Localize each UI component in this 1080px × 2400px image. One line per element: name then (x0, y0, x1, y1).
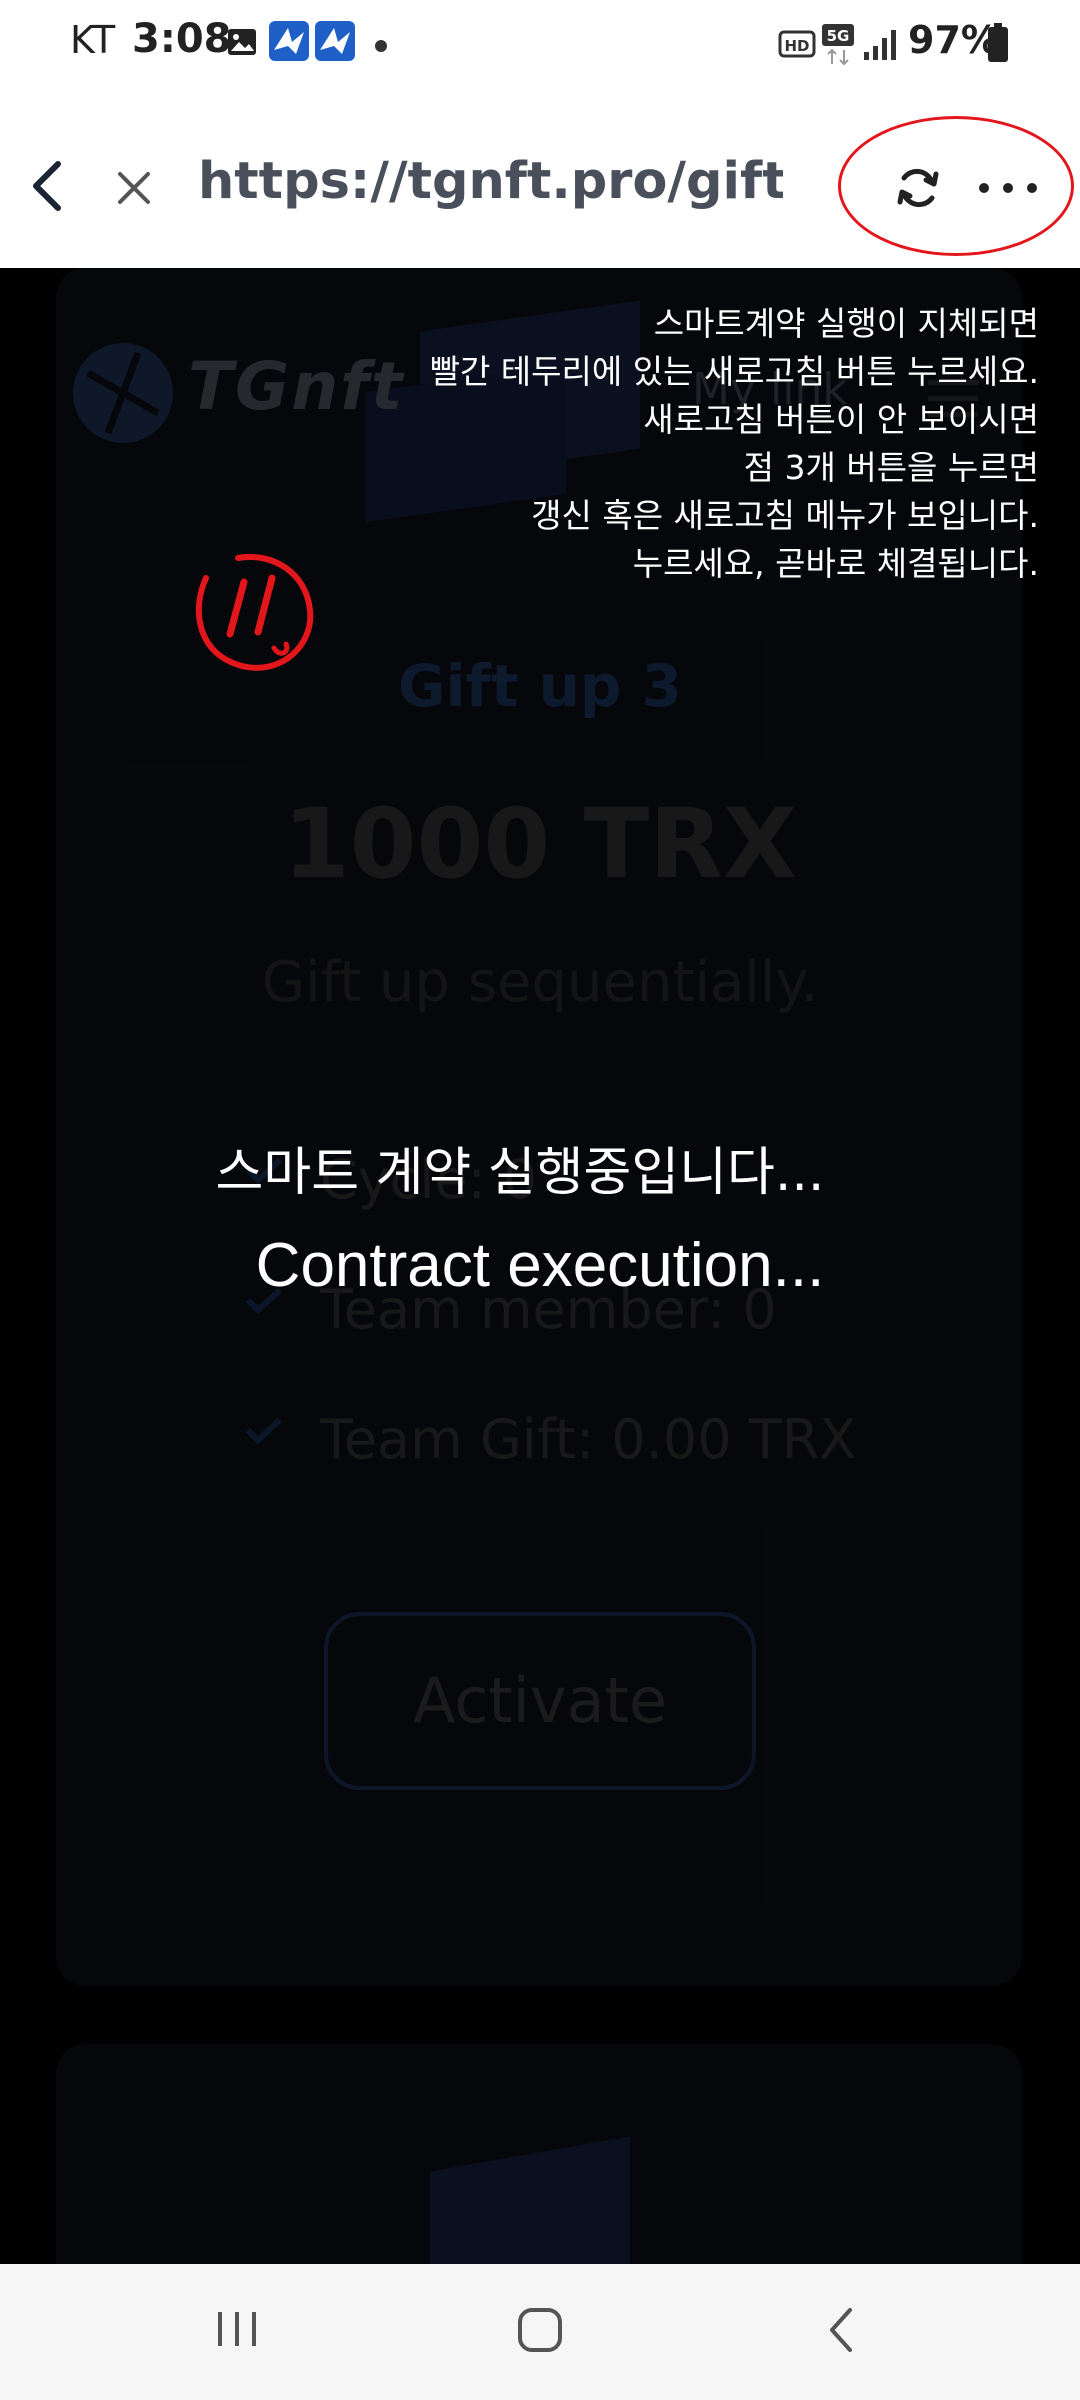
notice-line: 새로고침 버튼이 안 보이시면 (643, 400, 1039, 439)
home-icon[interactable] (514, 2304, 566, 2360)
carrier-label: KT (70, 18, 116, 62)
image-icon (226, 26, 258, 62)
clock: 3:08 (132, 16, 232, 62)
back-icon[interactable] (26, 160, 70, 216)
highlight-annotation-ellipse (838, 116, 1074, 256)
svg-text:HD: HD (784, 37, 809, 55)
refresh-notice: 스마트계약 실행이 지체되면 빨간 테두리에 있는 새로고침 버튼 누르세요. … (339, 300, 1039, 588)
notice-line: 스마트계약 실행이 지체되면 (653, 304, 1039, 343)
url-bar[interactable]: https://tgnft.pro/giftup.… (198, 152, 783, 211)
contract-execution-korean: 스마트 계약 실행중입니다... (215, 1143, 825, 1203)
app-notification-icon (314, 20, 356, 66)
back-nav-icon[interactable] (822, 2304, 862, 2360)
notice-line: 점 3개 버튼을 누르면 (743, 448, 1039, 487)
notice-line: 갱신 혹은 새로고침 메뉴가 보입니다. (531, 496, 1039, 535)
svg-text:5G: 5G (827, 27, 850, 45)
contract-execution-english: Contract execution... (255, 1231, 825, 1300)
notice-line: 빨간 테두리에 있는 새로고침 버튼 누르세요. (429, 352, 1039, 391)
app-notification-icon (268, 20, 310, 66)
system-nav-bar (0, 2264, 1080, 2400)
hand-drawn-annotation-mark (186, 548, 320, 682)
close-icon[interactable] (114, 168, 154, 212)
signal-icon (862, 26, 898, 66)
notice-line: 누르세요, 곧바로 체결됩니다. (632, 544, 1039, 583)
dot-icon (374, 38, 388, 57)
battery-icon (986, 22, 1010, 68)
status-bar: KT 3:08 HD 5G 97% (0, 0, 1080, 90)
5g-icon: 5G (820, 22, 856, 70)
hd-voice-icon: HD (778, 30, 816, 66)
recent-apps-icon[interactable] (212, 2304, 262, 2358)
